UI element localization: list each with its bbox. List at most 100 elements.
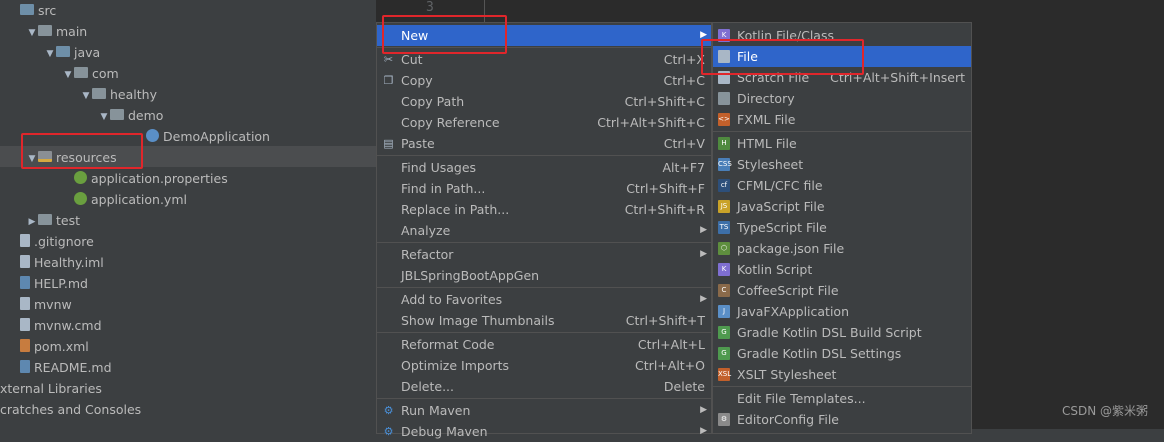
menu-item-analyze[interactable]: Analyze ▶ (377, 220, 711, 241)
menu-item-run-maven[interactable]: ⚙ Run Maven ▶ (377, 400, 711, 421)
menu-separator (713, 131, 971, 132)
tree-item-label: application.yml (91, 192, 187, 207)
menu-item-shortcut: Delete (663, 379, 705, 394)
tree-item-label: demo (128, 108, 164, 123)
new-html-file[interactable]: H HTML File (713, 133, 971, 154)
new-gradle-kotlin-dsl-settings[interactable]: G Gradle Kotlin DSL Settings (713, 343, 971, 364)
menu-item-refactor[interactable]: Refactor ▶ (377, 244, 711, 265)
tree-item[interactable]: HELP.md (0, 272, 384, 293)
menu-item-debug-maven[interactable]: ⚙ Debug Maven ▶ (377, 421, 711, 442)
tree-item[interactable]: application.properties (0, 167, 438, 188)
menu-item-label: Directory (737, 91, 795, 106)
gradle-build-icon: G (718, 326, 730, 339)
new-cfml-cfc-file[interactable]: cf CFML/CFC file (713, 175, 971, 196)
tree-item[interactable]: ▼ com (0, 62, 438, 83)
menu-item-label: Gradle Kotlin DSL Build Script (737, 325, 922, 340)
tree-item[interactable]: application.yml (0, 188, 438, 209)
tree-item[interactable]: xternal Libraries (0, 377, 376, 398)
menu-separator (377, 332, 711, 333)
menu-item-label: Debug Maven (401, 424, 488, 439)
menu-item-label: CFML/CFC file (737, 178, 823, 193)
menu-item-label: Copy (401, 73, 433, 88)
menu-item-label: Replace in Path... (401, 202, 510, 217)
new-stylesheet[interactable]: CSS Stylesheet (713, 154, 971, 175)
submenu-arrow-icon: ▶ (700, 249, 707, 259)
menu-item-paste[interactable]: ▤ Paste Ctrl+V (377, 133, 711, 154)
menu-item-label: Show Image Thumbnails (401, 313, 555, 328)
new-xslt-stylesheet[interactable]: XSL XSLT Stylesheet (713, 364, 971, 385)
new-coffeescript-file[interactable]: C CoffeeScript File (713, 280, 971, 301)
tree-item[interactable]: pom.xml (0, 335, 384, 356)
new-editorconfig-file[interactable]: ⚙ EditorConfig File (713, 409, 971, 430)
tree-item[interactable]: ▼ java (0, 41, 420, 62)
tree-item[interactable]: ▼ main (0, 20, 402, 41)
new-kotlin-script[interactable]: K Kotlin Script (713, 259, 971, 280)
submenu-arrow-icon: ▶ (700, 426, 707, 436)
tree-item-label: test (56, 213, 81, 228)
menu-item-label: CoffeeScript File (737, 283, 839, 298)
menu-item-copy-reference[interactable]: Copy Reference Ctrl+Alt+Shift+C (377, 112, 711, 133)
menu-item-label: Delete... (401, 379, 454, 394)
menu-item-label: Gradle Kotlin DSL Settings (737, 346, 902, 361)
submenu-arrow-icon: ▶ (700, 294, 707, 304)
gradle-settings-icon: G (718, 347, 730, 360)
tree-item[interactable]: mvnw (0, 293, 384, 314)
menu-item-label: Add to Favorites (401, 292, 503, 307)
menu-item-jblspringbootappgen[interactable]: JBLSpringBootAppGen (377, 265, 711, 286)
menu-item-reformat-code[interactable]: Reformat Code Ctrl+Alt+L (377, 334, 711, 355)
menu-item-copy-path[interactable]: Copy Path Ctrl+Shift+C (377, 91, 711, 112)
menu-item-show-image-thumbnails[interactable]: Show Image Thumbnails Ctrl+Shift+T (377, 310, 711, 331)
spring-leaf-icon (74, 192, 87, 205)
menu-item-replace-in-path[interactable]: Replace in Path... Ctrl+Shift+R (377, 199, 711, 220)
new-fxml-file[interactable]: <> FXML File (713, 109, 971, 130)
menu-item-find-usages[interactable]: Find Usages Alt+F7 (377, 157, 711, 178)
new-gradle-kotlin-dsl-build-script[interactable]: G Gradle Kotlin DSL Build Script (713, 322, 971, 343)
tree-item[interactable]: Healthy.iml (0, 251, 384, 272)
tree-item[interactable]: cratches and Consoles (0, 398, 376, 419)
menu-item-shortcut: Ctrl+X (663, 52, 705, 67)
tree-item[interactable]: ▶ test (0, 209, 402, 230)
new-edit-file-templates[interactable]: Edit File Templates... (713, 388, 971, 409)
menu-item-add-to-favorites[interactable]: Add to Favorites ▶ (377, 289, 711, 310)
directory-icon (718, 92, 730, 105)
tree-item-label: main (56, 24, 88, 39)
new-typescript-file[interactable]: TS TypeScript File (713, 217, 971, 238)
menu-item-shortcut: Ctrl+V (663, 136, 705, 151)
menu-item-label: Reformat Code (401, 337, 495, 352)
tree-item-label: .gitignore (34, 234, 94, 249)
tree-item[interactable]: src (0, 0, 384, 20)
paste-icon: ▤ (383, 137, 394, 150)
menu-item-label: HTML File (737, 136, 797, 151)
editorconfig-icon: ⚙ (718, 413, 730, 426)
file-icon (20, 318, 30, 331)
coffeescript-file-icon: C (718, 284, 730, 297)
file-md-icon (20, 360, 30, 373)
gear-icon: ⚙ (383, 425, 394, 438)
new-javafxapplication[interactable]: J JavaFXApplication (713, 301, 971, 322)
line-number: 3 (426, 0, 434, 15)
new-package-json-file[interactable]: ⬡ package.json File (713, 238, 971, 259)
menu-separator (377, 398, 711, 399)
cfml-file-icon: cf (718, 179, 730, 192)
tree-item-label: mvnw.cmd (34, 318, 102, 333)
menu-item-label: TypeScript File (737, 220, 827, 235)
typescript-file-icon: TS (718, 221, 730, 234)
menu-item-find-in-path[interactable]: Find in Path... Ctrl+Shift+F (377, 178, 711, 199)
folder-icon (38, 214, 52, 225)
menu-item-copy[interactable]: ❐ Copy Ctrl+C (377, 70, 711, 91)
tree-item-label: healthy (110, 87, 157, 102)
menu-item-label: EditorConfig File (737, 412, 839, 427)
tree-item[interactable]: .gitignore (0, 230, 384, 251)
menu-item-optimize-imports[interactable]: Optimize Imports Ctrl+Alt+O (377, 355, 711, 376)
tree-item-label: xternal Libraries (0, 381, 102, 396)
menu-item-shortcut: Ctrl+Alt+O (635, 358, 705, 373)
menu-item-label: Edit File Templates... (737, 391, 866, 406)
tree-item-label: DemoApplication (163, 129, 270, 144)
submenu-arrow-icon: ▶ (700, 225, 707, 235)
menu-item-label: FXML File (737, 112, 796, 127)
new-directory[interactable]: Directory (713, 88, 971, 109)
tree-item[interactable]: README.md (0, 356, 384, 377)
tree-item[interactable]: mvnw.cmd (0, 314, 384, 335)
menu-item-delete[interactable]: Delete... Delete (377, 376, 711, 397)
new-javascript-file[interactable]: JS JavaScript File (713, 196, 971, 217)
